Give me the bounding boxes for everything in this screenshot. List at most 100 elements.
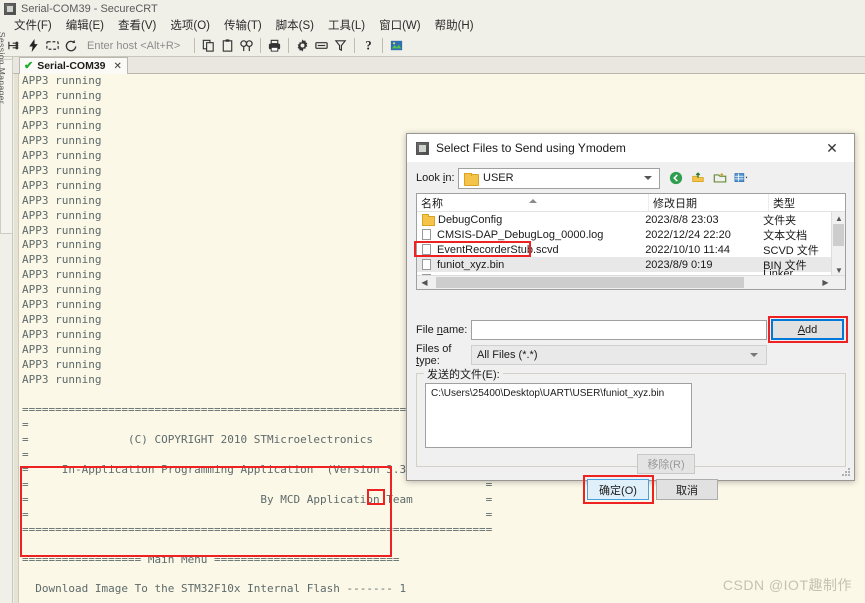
app-window: Serial-COM39 - SecureCRT 文件(F) 编辑(E) 查看(… <box>0 0 865 603</box>
help-icon[interactable]: ? <box>359 36 378 55</box>
tab-bar: ✔ Serial-COM39 ✕ <box>13 57 865 74</box>
add-button[interactable]: Add <box>771 319 844 340</box>
file-icon <box>422 259 431 270</box>
cancel-button[interactable]: 取消 <box>656 479 718 500</box>
file-icon <box>422 229 431 240</box>
chevron-down-icon[interactable] <box>750 352 758 357</box>
log-session-icon[interactable] <box>312 36 331 55</box>
toolbar: Enter host <Alt+R> ? <box>0 35 865 57</box>
quick-connect-icon[interactable] <box>24 36 43 55</box>
file-list-header: 名称 修改日期 类型 <box>417 194 845 212</box>
filetype-combo[interactable]: All Files (*.*) <box>471 344 767 365</box>
file-name-cell: funiot_xyz.bin <box>417 259 645 271</box>
file-row[interactable]: EventRecorderStub.scvd 2022/10/10 11:44 SC… <box>417 242 832 257</box>
reconnect-icon[interactable] <box>62 36 81 55</box>
file-type-cell: 文本文档 <box>763 229 808 242</box>
file-list-vertical-scrollbar[interactable]: ▲ ▼ <box>831 212 845 276</box>
filetype-label: Files of type: <box>416 342 452 367</box>
sent-files-group: 发送的文件(E): C:\Users\25400\Desktop\UART\US… <box>416 366 846 474</box>
toolbar-separator-2 <box>260 38 262 53</box>
find-icon[interactable] <box>237 36 256 55</box>
remove-button[interactable]: 移除(R) <box>637 454 695 474</box>
menu-view[interactable]: 查看(V) <box>111 18 163 35</box>
sent-file-item[interactable]: C:\Users\25400\Desktop\UART\USER\funiot_… <box>431 388 686 399</box>
lookin-combo[interactable]: USER <box>458 167 660 189</box>
filename-input[interactable] <box>471 319 767 340</box>
sent-files-list[interactable]: C:\Users\25400\Desktop\UART\USER\funiot_… <box>425 383 692 448</box>
horizontal-scroll-thumb[interactable] <box>436 277 744 288</box>
menu-window[interactable]: 窗口(W) <box>372 18 428 35</box>
image-icon[interactable] <box>387 36 406 55</box>
up-folder-icon[interactable] <box>689 170 706 187</box>
ymodem-file-dialog: Select Files to Send using Ymodem ✕ Look… <box>406 133 855 504</box>
chevron-down-icon[interactable] <box>644 175 652 180</box>
file-name-label: EventRecorderStub.scvd <box>437 243 559 256</box>
nav-icon-group <box>667 170 750 187</box>
back-icon[interactable] <box>667 170 684 187</box>
green-check-icon: ✔ <box>24 59 34 72</box>
host-input[interactable]: Enter host <Alt+R> <box>87 40 180 52</box>
filetype-value: All Files (*.*) <box>477 348 538 361</box>
menu-edit[interactable]: 编辑(E) <box>59 18 111 35</box>
filename-label: File name: <box>416 323 468 336</box>
vertical-scroll-thumb[interactable] <box>833 224 844 246</box>
view-mode-icon[interactable] <box>733 170 750 187</box>
menu-tools[interactable]: 工具(L) <box>321 18 372 35</box>
file-row[interactable]: CMSIS-DAP_DebugLog_0000.log 2022/12/24 22… <box>417 227 832 242</box>
file-date-cell: 2023/8/8 23:03 <box>645 213 719 226</box>
session-manager-strip[interactable]: Session Manager <box>0 32 13 603</box>
folder-icon <box>464 172 479 186</box>
file-name-label: CMSIS-DAP_DebugLog_0000.log <box>437 228 604 241</box>
file-row[interactable]: DebugConfig 2023/8/8 23:03 文件夹 <box>417 212 832 227</box>
connect-in-tab-icon[interactable] <box>43 36 62 55</box>
terminal-left-margin <box>14 74 19 603</box>
menu-options[interactable]: 选项(O) <box>163 18 217 35</box>
toolbar-separator-3 <box>288 38 290 53</box>
close-icon[interactable]: ✕ <box>114 61 122 72</box>
file-list[interactable]: 名称 修改日期 类型 DebugConfig 2023/8/8 23:03 文件夹 C… <box>416 193 846 290</box>
file-type-cell: SCVD 文件 <box>763 244 819 257</box>
print-icon[interactable] <box>265 36 284 55</box>
menu-script[interactable]: 脚本(S) <box>269 18 321 35</box>
column-header-type[interactable]: 类型 <box>769 194 832 211</box>
dialog-close-icon[interactable]: ✕ <box>810 134 854 162</box>
menu-help[interactable]: 帮助(H) <box>428 18 481 35</box>
scroll-up-icon[interactable]: ▲ <box>832 212 845 224</box>
resize-grip[interactable] <box>841 468 851 478</box>
file-name-cell: EventRecorderStub.scvd <box>417 244 645 256</box>
filter-icon[interactable] <box>331 36 350 55</box>
session-manager-panel[interactable]: Session Manager <box>0 32 13 234</box>
column-header-date[interactable]: 修改日期 <box>649 194 769 211</box>
dialog-app-icon <box>416 141 429 155</box>
dialog-title: Select Files to Send using Ymodem <box>436 141 626 155</box>
session-manager-label: Session Manager <box>0 31 7 105</box>
watermark: CSDN @IOT趣制作 <box>722 577 852 593</box>
tab-serial-com39[interactable]: ✔ Serial-COM39 ✕ <box>19 57 128 74</box>
svg-text:?: ? <box>366 39 372 53</box>
tab-label: Serial-COM39 <box>37 60 106 72</box>
title-bar: Serial-COM39 - SecureCRT <box>0 0 865 18</box>
file-list-horizontal-scrollbar[interactable]: ◀ ▶ <box>417 275 845 289</box>
folder-icon <box>422 213 435 226</box>
column-header-name[interactable]: 名称 <box>417 194 649 211</box>
scroll-right-icon[interactable]: ▶ <box>818 276 833 289</box>
file-icon <box>422 244 431 255</box>
dialog-title-bar: Select Files to Send using Ymodem <box>407 134 854 162</box>
settings-icon[interactable] <box>293 36 312 55</box>
copy-icon[interactable] <box>199 36 218 55</box>
connect-icon[interactable] <box>5 36 24 55</box>
new-folder-icon[interactable] <box>711 170 728 187</box>
file-date-cell: 2022/12/24 22:20 <box>645 228 731 241</box>
menu-file[interactable]: 文件(F) <box>7 18 59 35</box>
window-title: Serial-COM39 - SecureCRT <box>21 3 158 15</box>
dialog-body: Look in: USER 名称 修改日期 类型 DebugConfig 202… <box>407 162 854 504</box>
paste-icon[interactable] <box>218 36 237 55</box>
file-name-label: funiot_xyz.bin <box>437 258 505 271</box>
filetype-row: Files of type: All Files (*.*) <box>416 342 846 367</box>
menu-transfer[interactable]: 传输(T) <box>217 18 269 35</box>
ok-button[interactable]: 确定(O) <box>587 479 649 500</box>
sent-files-legend: 发送的文件(E): <box>424 366 503 382</box>
file-date-cell: 2023/8/9 0:19 <box>645 258 713 271</box>
scroll-left-icon[interactable]: ◀ <box>417 276 432 289</box>
file-name-cell: DebugConfig <box>417 213 645 226</box>
